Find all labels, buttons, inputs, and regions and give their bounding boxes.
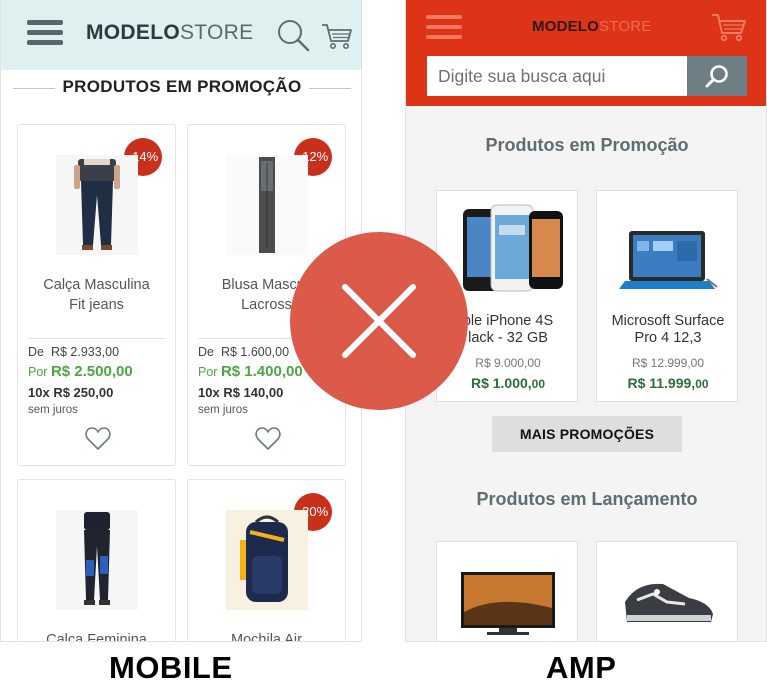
search-input[interactable] bbox=[427, 56, 687, 96]
store-logo[interactable]: MODELOSTORE bbox=[532, 18, 651, 35]
heart-icon[interactable] bbox=[255, 427, 281, 451]
amp-label: AMP bbox=[546, 650, 617, 685]
installments: 10x R$ 140,00 bbox=[198, 385, 284, 400]
sneaker-image bbox=[625, 583, 713, 622]
product-card[interactable] bbox=[596, 541, 738, 641]
menu-icon[interactable] bbox=[27, 18, 63, 48]
cart-icon[interactable] bbox=[321, 22, 353, 50]
search-icon bbox=[705, 65, 728, 88]
close-icon bbox=[290, 232, 468, 410]
search-icon[interactable] bbox=[276, 18, 310, 52]
old-price: De R$ 2.933,00 bbox=[28, 345, 120, 359]
product-card[interactable]: -14% Calça Masculina Fit jeans De R$ 2.9… bbox=[17, 124, 176, 466]
amp-header: MODELOSTORE bbox=[406, 0, 766, 106]
sale-price: Por R$ 1.400,00 bbox=[198, 363, 303, 380]
product-card[interactable]: Calça Feminina bbox=[17, 479, 176, 641]
menu-icon[interactable] bbox=[426, 13, 462, 41]
product-card[interactable]: Microsoft Surface Pro 4 12,3 R$ 12.999,0… bbox=[596, 190, 738, 402]
tv-image bbox=[461, 572, 555, 635]
divider bbox=[28, 338, 166, 339]
more-promotions-button[interactable]: MAIS PROMOÇÕES bbox=[492, 416, 682, 452]
old-price: De R$ 1.600,00 bbox=[198, 345, 290, 359]
product-name[interactable]: Microsoft Surface Pro 4 12,3 bbox=[597, 313, 739, 347]
tablet-image bbox=[619, 231, 718, 289]
section-heading: PRODUTOS EM PROMOÇÃO bbox=[13, 76, 351, 100]
sale-price: R$ 11.999,00 bbox=[627, 375, 709, 391]
product-card[interactable] bbox=[436, 541, 578, 641]
installment-note: sem juros bbox=[198, 404, 248, 416]
sale-price: Por R$ 2.500,00 bbox=[28, 363, 133, 380]
search-button[interactable] bbox=[687, 56, 747, 96]
heart-icon[interactable] bbox=[85, 427, 111, 451]
cart-icon[interactable] bbox=[711, 12, 747, 42]
product-name[interactable]: Mochila Air bbox=[196, 630, 337, 641]
leggings-image bbox=[56, 510, 138, 610]
jeans-image bbox=[56, 155, 138, 255]
comparison-figure: MODELOSTORE PRODUTOS EM PROMOÇÃO -14% Ca… bbox=[0, 0, 767, 685]
promo-heading: Produtos em Promoção bbox=[485, 135, 689, 155]
store-logo[interactable]: MODELOSTORE bbox=[86, 21, 253, 45]
product-name[interactable]: Calça Masculina Fit jeans bbox=[26, 275, 167, 315]
backpack-image bbox=[226, 510, 308, 610]
launch-heading: Produtos em Lançamento bbox=[476, 489, 698, 509]
product-name[interactable]: Calça Feminina bbox=[26, 630, 167, 641]
installments: 10x R$ 250,00 bbox=[28, 385, 114, 400]
mobile-label: MOBILE bbox=[109, 650, 233, 685]
mobile-header: MODELOSTORE bbox=[1, 0, 361, 70]
installment-note: sem juros bbox=[28, 404, 78, 416]
product-card[interactable]: -20% Mochila Air bbox=[187, 479, 346, 641]
old-price: R$ 12.999,00 bbox=[631, 356, 705, 370]
